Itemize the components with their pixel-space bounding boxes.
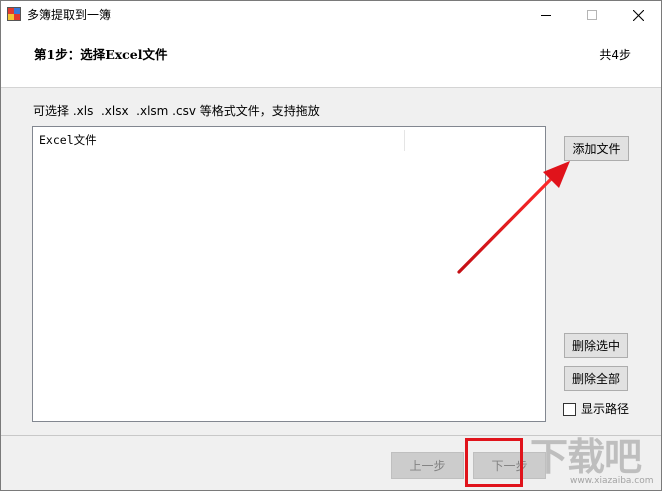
maximize-icon bbox=[587, 10, 597, 20]
close-icon bbox=[632, 9, 644, 21]
annotation-highlight-box bbox=[465, 438, 523, 487]
delete-selected-button[interactable]: 删除选中 bbox=[564, 333, 628, 358]
header-divider bbox=[1, 87, 661, 88]
app-window: 多簿提取到一簿 第1步：选择Excel文件 共4步 可选择 .xls .xlsx… bbox=[0, 0, 662, 491]
file-type-hint: 可选择 .xls .xlsx .xlsm .csv 等格式文件，支持拖放 bbox=[33, 104, 320, 118]
maximize-button[interactable] bbox=[569, 1, 615, 29]
step-count: 共4步 bbox=[599, 48, 631, 62]
column-separator[interactable] bbox=[404, 130, 405, 151]
window-title: 多簿提取到一簿 bbox=[27, 8, 112, 22]
file-list[interactable]: Excel文件 bbox=[32, 126, 546, 422]
show-path-label: 显示路径 bbox=[581, 402, 630, 416]
prev-step-button[interactable]: 上一步 bbox=[391, 452, 464, 479]
close-button[interactable] bbox=[615, 1, 661, 29]
add-file-button[interactable]: 添加文件 bbox=[564, 136, 629, 161]
watermark-url: www.xiazaiba.com bbox=[570, 476, 654, 486]
column-header-excel-file[interactable]: Excel文件 bbox=[39, 133, 97, 148]
minimize-button[interactable] bbox=[523, 1, 569, 29]
watermark: 下载吧 www.xiazaiba.com bbox=[530, 436, 660, 488]
show-path-checkbox-box[interactable] bbox=[563, 402, 576, 416]
file-list-header: Excel文件 bbox=[33, 127, 545, 153]
show-path-checkbox[interactable]: 显示路径 bbox=[563, 401, 629, 417]
watermark-text: 下载吧 bbox=[530, 435, 642, 479]
minimize-icon bbox=[541, 15, 551, 16]
title-bar[interactable]: 多簿提取到一簿 bbox=[1, 1, 661, 29]
delete-all-button[interactable]: 删除全部 bbox=[564, 366, 628, 391]
app-icon bbox=[7, 7, 21, 21]
step-title: 第1步：选择Excel文件 bbox=[34, 47, 168, 62]
wizard-header: 第1步：选择Excel文件 共4步 bbox=[1, 29, 661, 87]
